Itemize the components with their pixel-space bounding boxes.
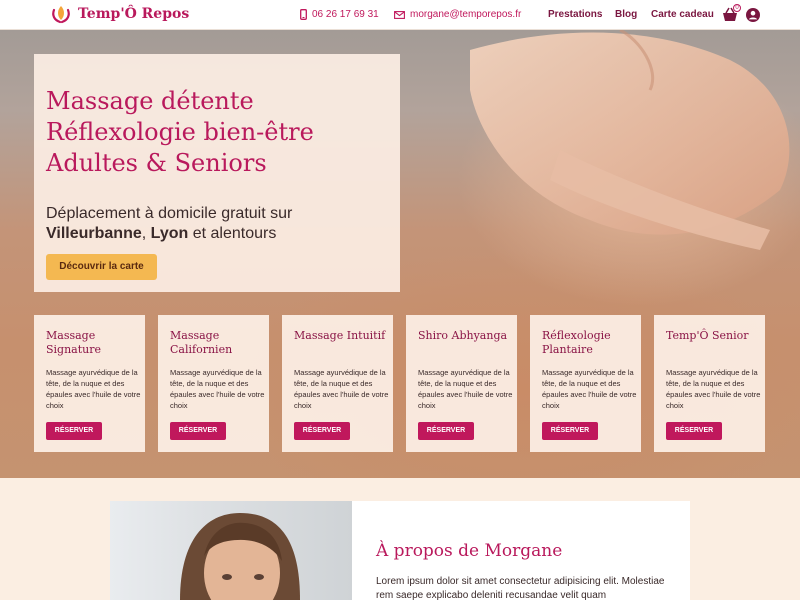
portrait-image [180,513,300,600]
about-text: Lorem ipsum dolor sit amet consectetur a… [376,576,665,600]
service-card: Réflexologie Plantaire Massage ayurvédiq… [530,315,641,452]
card-description: Massage ayurvédique de la tête, de la nu… [294,368,389,410]
hero-subtitle-start: Déplacement à domicile gratuit sur [46,205,293,222]
hero-title-line: Adultes & Seniors [46,149,267,177]
service-card: Massage Intuitif Massage ayurvédique de … [282,315,393,452]
nav-carte-cadeau[interactable]: Carte cadeau [651,9,714,20]
hero-title: Massage détente Réflexologie bien-être A… [46,86,396,179]
discover-menu-button[interactable]: Découvrir la carte [46,254,157,280]
brand-name: Temp'Ô Repos [78,6,190,22]
hero-title-line: Réflexologie bien-être [46,118,314,146]
reserve-button[interactable]: RÉSERVER [542,422,598,440]
service-card: Temp'Ô Senior Massage ayurvédique de la … [654,315,765,452]
nav-prestations[interactable]: Prestations [548,9,602,20]
reserve-button[interactable]: RÉSERVER [46,422,102,440]
cart-count-badge: 0 [733,4,741,12]
reserve-button[interactable]: RÉSERVER [294,422,350,440]
phone-icon [300,9,307,20]
reserve-button[interactable]: RÉSERVER [666,422,722,440]
card-description: Massage ayurvédique de la tête, de la nu… [542,368,637,410]
service-card: Massage Californien Massage ayurvédique … [158,315,269,452]
nav-blog[interactable]: Blog [615,9,637,20]
hero-separator: , [141,225,147,242]
card-title: Réflexologie Plantaire [542,329,611,356]
service-card: Massage Signature Massage ayurvédique de… [34,315,145,452]
email-link[interactable]: morgane@temporepos.fr [394,9,521,20]
card-title: Massage Intuitif [294,329,386,342]
hero-city-villeurbanne: Villeurbanne [46,225,142,242]
hero-section: Massage détente Réflexologie bien-être A… [0,30,800,478]
lotus-logo-icon [52,6,70,24]
card-title: Massage Signature [46,329,102,356]
service-card: Shiro Abhyanga Massage ayurvédique de la… [406,315,517,452]
card-description: Massage ayurvédique de la tête, de la nu… [666,368,761,410]
reserve-button[interactable]: RÉSERVER [418,422,474,440]
card-title: Temp'Ô Senior [666,329,749,342]
portrait-photo [110,501,352,600]
user-icon[interactable] [746,8,760,22]
hero-panel: Massage détente Réflexologie bien-être A… [34,54,400,292]
about-section: À propos de Morgane Lorem ipsum dolor si… [110,501,690,600]
card-description: Massage ayurvédique de la tête, de la nu… [418,368,513,410]
phone-number: 06 26 17 69 31 [312,9,379,20]
hero-subtitle-end: et alentours [192,225,277,242]
card-description: Massage ayurvédique de la tête, de la nu… [46,368,141,410]
phone-link[interactable]: 06 26 17 69 31 [300,9,379,20]
hero-title-line: Massage détente [46,87,254,115]
reserve-button[interactable]: RÉSERVER [170,422,226,440]
site-header: Temp'Ô Repos 06 26 17 69 31 morgane@temp… [0,0,800,30]
hero-city-lyon: Lyon [150,225,189,242]
email-address: morgane@temporepos.fr [410,9,522,20]
hero-subtitle: Déplacement à domicile gratuit sur Ville… [46,204,396,244]
card-description: Massage ayurvédique de la tête, de la nu… [170,368,265,410]
logo[interactable]: Temp'Ô Repos [50,3,189,25]
card-title: Shiro Abhyanga [418,329,508,342]
mail-icon [394,10,405,19]
card-title: Massage Californien [170,329,233,356]
about-title: À propos de Morgane [376,541,563,561]
